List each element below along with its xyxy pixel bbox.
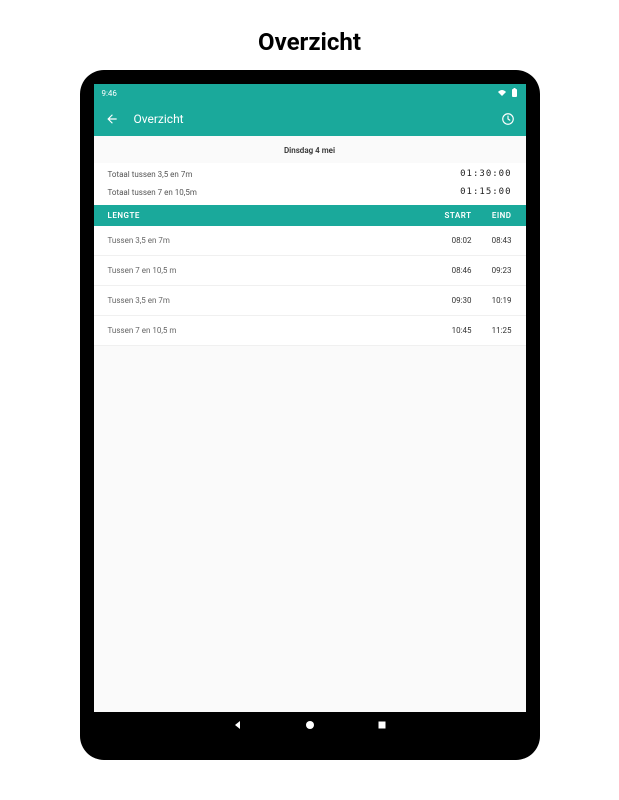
total-value: 01:15:00 (460, 187, 511, 197)
table-row[interactable]: Tussen 7 en 10,5 m 08:46 09:23 (94, 256, 526, 286)
cell-lengte: Tussen 7 en 10,5 m (108, 326, 432, 335)
cell-lengte: Tussen 3,5 en 7m (108, 236, 432, 245)
column-lengte: LENGTE (108, 211, 432, 220)
table-header: LENGTE START EIND (94, 205, 526, 226)
total-row: Totaal tussen 7 en 10,5m 01:15:00 (94, 185, 526, 205)
date-header: Dinsdag 4 mei (94, 136, 526, 163)
wifi-icon (497, 89, 507, 97)
cell-eind: 08:43 (472, 236, 512, 245)
column-start: START (432, 211, 472, 220)
total-label: Totaal tussen 7 en 10,5m (108, 188, 197, 197)
android-nav-bar (94, 714, 526, 736)
total-label: Totaal tussen 3,5 en 7m (108, 170, 193, 179)
totals-section: Totaal tussen 3,5 en 7m 01:30:00 Totaal … (94, 163, 526, 205)
table-row[interactable]: Tussen 3,5 en 7m 08:02 08:43 (94, 226, 526, 256)
tablet-screen: 9:46 Overzicht Dinsdag 4 mei Totaa (94, 84, 526, 712)
cell-start: 09:30 (432, 296, 472, 305)
nav-recent-button[interactable] (376, 719, 388, 731)
cell-eind: 11:25 (472, 326, 512, 335)
total-row: Totaal tussen 3,5 en 7m 01:30:00 (94, 163, 526, 185)
app-bar: Overzicht (94, 102, 526, 136)
page-title: Overzicht (258, 28, 361, 56)
status-bar: 9:46 (94, 84, 526, 102)
cell-lengte: Tussen 3,5 en 7m (108, 296, 432, 305)
tablet-frame: 9:46 Overzicht Dinsdag 4 mei Totaa (80, 70, 540, 760)
status-icons (497, 88, 518, 98)
table-row[interactable]: Tussen 3,5 en 7m 09:30 10:19 (94, 286, 526, 316)
cell-start: 08:46 (432, 266, 472, 275)
table-body: Tussen 3,5 en 7m 08:02 08:43 Tussen 7 en… (94, 226, 526, 346)
cell-start: 08:02 (432, 236, 472, 245)
cell-eind: 09:23 (472, 266, 512, 275)
column-eind: EIND (472, 211, 512, 220)
clock-icon[interactable] (500, 111, 516, 127)
cell-eind: 10:19 (472, 296, 512, 305)
cell-lengte: Tussen 7 en 10,5 m (108, 266, 432, 275)
back-button[interactable] (104, 111, 120, 127)
total-value: 01:30:00 (460, 169, 511, 179)
nav-back-button[interactable] (232, 719, 244, 731)
table-row[interactable]: Tussen 7 en 10,5 m 10:45 11:25 (94, 316, 526, 346)
cell-start: 10:45 (432, 326, 472, 335)
app-bar-title: Overzicht (134, 112, 486, 126)
status-time: 9:46 (102, 89, 117, 98)
nav-home-button[interactable] (304, 719, 316, 731)
battery-icon (511, 88, 518, 98)
